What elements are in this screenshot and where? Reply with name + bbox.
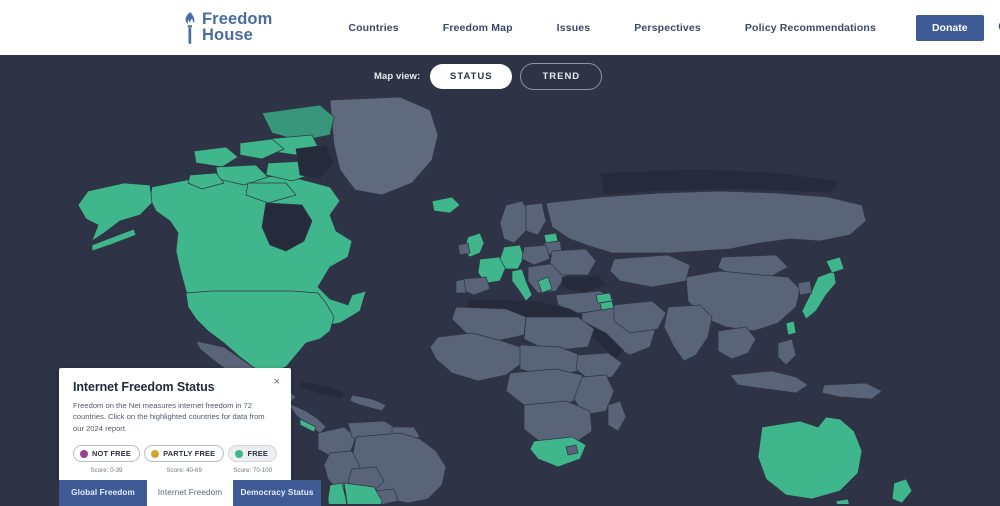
- nav-item-issues[interactable]: Issues: [535, 22, 613, 34]
- nav-item-policy-recommendations[interactable]: Policy Recommendations: [723, 22, 898, 34]
- legend-item-free: FREE Score: 70-100: [228, 445, 277, 474]
- map-view-status-button[interactable]: STATUS: [430, 64, 512, 89]
- tab-global-freedom[interactable]: Global Freedom: [59, 480, 147, 506]
- country-portugal[interactable]: [456, 279, 466, 293]
- dataset-tabs: Global Freedom Internet Freedom Democrac…: [59, 480, 321, 506]
- legend-label-partly-free: PARTLY FREE: [163, 449, 215, 458]
- brand-line-2: House: [202, 26, 253, 44]
- legend: NOT FREE Score: 0-39 PARTLY FREE Score: …: [73, 445, 277, 474]
- info-panel-title: Internet Freedom Status: [73, 380, 277, 394]
- brand-logo[interactable]: Freedom House: [182, 11, 272, 45]
- nav-item-countries[interactable]: Countries: [326, 22, 420, 34]
- legend-chip-not-free[interactable]: NOT FREE: [73, 445, 140, 462]
- map-view-trend-button[interactable]: TREND: [520, 63, 602, 90]
- tab-internet-freedom[interactable]: Internet Freedom: [147, 480, 233, 506]
- legend-dot-partly-free: [151, 450, 159, 458]
- map-view-label: Map view:: [374, 71, 420, 82]
- country-taiwan[interactable]: [786, 321, 796, 335]
- legend-chip-free[interactable]: FREE: [228, 445, 277, 462]
- info-panel: × Internet Freedom Status Freedom on the…: [59, 368, 291, 485]
- brand-wordmark: Freedom House: [202, 12, 272, 43]
- legend-label-free: FREE: [247, 449, 268, 458]
- nav-item-freedom-map[interactable]: Freedom Map: [421, 22, 535, 34]
- info-panel-description: Freedom on the Net measures internet fre…: [73, 400, 277, 434]
- main-navigation: Countries Freedom Map Issues Perspective…: [326, 22, 898, 34]
- legend-score-partly-free: Score: 40-69: [167, 467, 202, 474]
- map-view-toggle: Map view: STATUS TREND: [374, 63, 602, 90]
- donate-button[interactable]: Donate: [916, 15, 984, 41]
- nav-item-perspectives[interactable]: Perspectives: [612, 22, 723, 34]
- country-ireland[interactable]: [458, 243, 470, 255]
- torch-icon: [182, 11, 198, 45]
- legend-score-free: Score: 70-100: [233, 467, 272, 474]
- site-header: Freedom House Countries Freedom Map Issu…: [0, 0, 1000, 55]
- legend-item-not-free: NOT FREE Score: 0-39: [73, 445, 140, 474]
- close-icon[interactable]: ×: [274, 377, 280, 388]
- legend-label-not-free: NOT FREE: [92, 449, 131, 458]
- legend-chip-partly-free[interactable]: PARTLY FREE: [144, 445, 224, 462]
- country-lesotho[interactable]: [566, 445, 578, 455]
- tab-democracy-status[interactable]: Democracy Status: [233, 480, 321, 506]
- legend-item-partly-free: PARTLY FREE Score: 40-69: [144, 445, 224, 474]
- legend-dot-not-free: [80, 450, 88, 458]
- country-south-korea[interactable]: [798, 281, 812, 295]
- legend-score-not-free: Score: 0-39: [90, 467, 122, 474]
- legend-dot-free: [235, 450, 243, 458]
